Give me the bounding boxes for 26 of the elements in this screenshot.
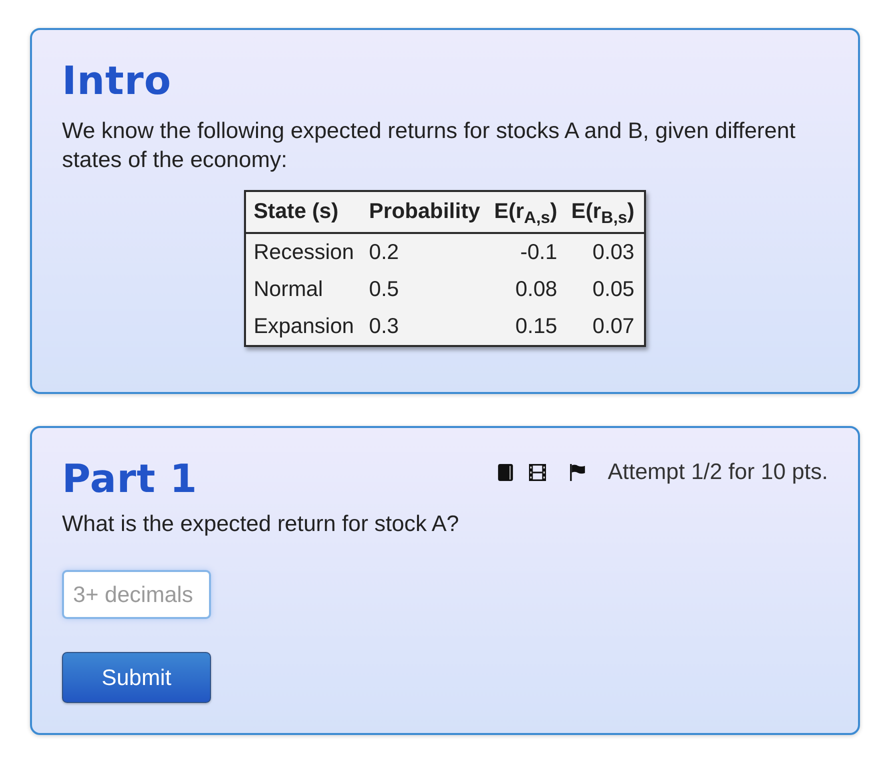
- part-title: Part 1: [62, 456, 198, 504]
- column-header: E(r$_{A,s}$): [487, 191, 564, 233]
- flag-icon[interactable]: [570, 464, 585, 480]
- table-cell: 0.05: [564, 271, 646, 308]
- table-cell: 0.08: [487, 271, 564, 308]
- answer-field[interactable]: 3+ decimals: [62, 570, 211, 619]
- table-cell: Normal: [244, 271, 362, 308]
- column-header: E(r$_{B,s}$): [564, 191, 646, 233]
- table-cell: 0.5: [362, 271, 488, 308]
- book-icon[interactable]: [498, 464, 513, 480]
- film-icon[interactable]: [528, 464, 546, 480]
- column-header: Probability: [362, 191, 488, 233]
- table-cell: 0.15: [487, 308, 564, 346]
- table-cell: Expansion: [244, 308, 362, 346]
- table-cell: 0.07: [564, 308, 646, 346]
- intro-title: Intro: [62, 58, 172, 106]
- table-cell: 0.2: [362, 233, 488, 271]
- table-cell: 0.03: [564, 233, 646, 271]
- table-cell: Recession: [244, 233, 362, 271]
- column-header: State (s): [244, 191, 362, 233]
- submit-button[interactable]: Submit: [62, 652, 211, 703]
- intro-text: We know the following expected returns for stocks A and B, given different states of the economy:: [62, 117, 796, 174]
- attempt-info: Attempt 1/2 for 10 pts.: [608, 459, 828, 485]
- question-text: What is the expected return for stock A?: [62, 510, 460, 537]
- table-cell: 0.3: [362, 308, 488, 346]
- table-cell: -0.1: [487, 233, 564, 271]
